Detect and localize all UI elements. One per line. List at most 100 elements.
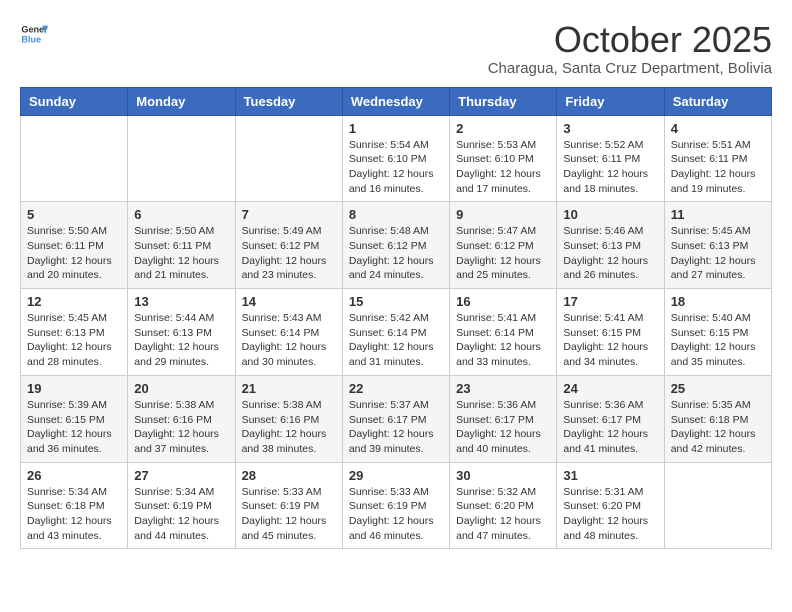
day-cell: 18Sunrise: 5:40 AM Sunset: 6:15 PM Dayli… [664,289,771,376]
day-cell: 13 Sunrise: 5:44 AM Sunset: 6:13 PM Dayli… [128,289,235,376]
day-detail: Sunrise: 5:43 AM Sunset: 6:14 PM Dayligh… [242,311,336,370]
day-cell: 14 Sunrise: 5:43 AM Sunset: 6:14 PM Dayli… [235,289,342,376]
day-number: 5 [27,207,121,222]
day-number: 27 [134,468,228,483]
day-number: 12 [27,294,121,309]
day-number: 23 [456,381,550,396]
day-number: 26 [27,468,121,483]
day-cell: 27 Sunrise: 5:34 AM Sunset: 6:19 PM Dayli… [128,462,235,549]
day-cell: 19Sunrise: 5:39 AM Sunset: 6:15 PM Dayli… [21,375,128,462]
day-number: 28 [242,468,336,483]
day-number: 9 [456,207,550,222]
title-section: October 2025 Charagua, Santa Cruz Depart… [488,20,772,77]
weekday-header-sunday: Sunday [21,87,128,115]
day-detail: Sunrise: 5:36 AM Sunset: 6:17 PM Dayligh… [456,398,550,457]
weekday-header-friday: Friday [557,87,664,115]
day-number: 31 [563,468,657,483]
day-cell [235,115,342,202]
day-number: 10 [563,207,657,222]
day-number: 1 [349,121,443,136]
day-detail: Sunrise: 5:36 AM Sunset: 6:17 PM Dayligh… [563,398,657,457]
page-header: General Blue October 2025 Charagua, Sant… [20,20,772,77]
day-number: 29 [349,468,443,483]
week-row-4: 26 Sunrise: 5:34 AM Sunset: 6:18 PM Dayli… [21,462,772,549]
day-cell: 26 Sunrise: 5:34 AM Sunset: 6:18 PM Dayli… [21,462,128,549]
calendar-table: SundayMondayTuesdayWednesdayThursdayFrid… [20,87,772,550]
day-detail: Sunrise: 5:45 AM Sunset: 6:13 PM Dayligh… [27,311,121,370]
day-cell: 28 Sunrise: 5:33 AM Sunset: 6:19 PM Dayli… [235,462,342,549]
day-detail: Sunrise: 5:54 AM Sunset: 6:10 PM Dayligh… [349,138,443,197]
day-number: 21 [242,381,336,396]
day-cell: 21 Sunrise: 5:38 AM Sunset: 6:16 PM Dayli… [235,375,342,462]
day-number: 7 [242,207,336,222]
day-detail: Sunrise: 5:34 AM Sunset: 6:18 PM Dayligh… [27,485,121,544]
day-number: 3 [563,121,657,136]
day-detail: Sunrise: 5:39 AM Sunset: 6:15 PM Dayligh… [27,398,121,457]
day-number: 20 [134,381,228,396]
day-detail: Sunrise: 5:41 AM Sunset: 6:14 PM Dayligh… [456,311,550,370]
day-cell: 2Sunrise: 5:53 AM Sunset: 6:10 PM Daylig… [450,115,557,202]
day-number: 16 [456,294,550,309]
day-cell: 20Sunrise: 5:38 AM Sunset: 6:16 PM Dayli… [128,375,235,462]
day-detail: Sunrise: 5:42 AM Sunset: 6:14 PM Dayligh… [349,311,443,370]
day-cell: 25 Sunrise: 5:35 AM Sunset: 6:18 PM Dayli… [664,375,771,462]
day-cell: 10Sunrise: 5:46 AM Sunset: 6:13 PM Dayli… [557,202,664,289]
day-detail: Sunrise: 5:33 AM Sunset: 6:19 PM Dayligh… [242,485,336,544]
day-cell: 22 Sunrise: 5:37 AM Sunset: 6:17 PM Dayli… [342,375,449,462]
day-detail: Sunrise: 5:48 AM Sunset: 6:12 PM Dayligh… [349,224,443,283]
day-detail: Sunrise: 5:41 AM Sunset: 6:15 PM Dayligh… [563,311,657,370]
day-number: 17 [563,294,657,309]
week-row-0: 1 Sunrise: 5:54 AM Sunset: 6:10 PM Daylig… [21,115,772,202]
day-detail: Sunrise: 5:47 AM Sunset: 6:12 PM Dayligh… [456,224,550,283]
day-cell [128,115,235,202]
week-row-1: 5 Sunrise: 5:50 AM Sunset: 6:11 PM Daylig… [21,202,772,289]
day-detail: Sunrise: 5:32 AM Sunset: 6:20 PM Dayligh… [456,485,550,544]
day-number: 30 [456,468,550,483]
day-number: 14 [242,294,336,309]
day-detail: Sunrise: 5:38 AM Sunset: 6:16 PM Dayligh… [242,398,336,457]
day-cell: 7 Sunrise: 5:49 AM Sunset: 6:12 PM Daylig… [235,202,342,289]
day-detail: Sunrise: 5:37 AM Sunset: 6:17 PM Dayligh… [349,398,443,457]
day-number: 2 [456,121,550,136]
week-row-2: 12 Sunrise: 5:45 AM Sunset: 6:13 PM Dayli… [21,289,772,376]
day-number: 11 [671,207,765,222]
day-number: 25 [671,381,765,396]
month-title: October 2025 [488,20,772,60]
svg-text:Blue: Blue [21,34,41,44]
day-cell: 11 Sunrise: 5:45 AM Sunset: 6:13 PM Dayli… [664,202,771,289]
day-detail: Sunrise: 5:45 AM Sunset: 6:13 PM Dayligh… [671,224,765,283]
day-cell [21,115,128,202]
weekday-header-row: SundayMondayTuesdayWednesdayThursdayFrid… [21,87,772,115]
weekday-header-thursday: Thursday [450,87,557,115]
day-detail: Sunrise: 5:52 AM Sunset: 6:11 PM Dayligh… [563,138,657,197]
day-cell: 4Sunrise: 5:51 AM Sunset: 6:11 PM Daylig… [664,115,771,202]
weekday-header-monday: Monday [128,87,235,115]
day-cell: 29Sunrise: 5:33 AM Sunset: 6:19 PM Dayli… [342,462,449,549]
subtitle: Charagua, Santa Cruz Department, Bolivia [488,60,772,77]
day-number: 6 [134,207,228,222]
day-cell: 24 Sunrise: 5:36 AM Sunset: 6:17 PM Dayli… [557,375,664,462]
day-number: 13 [134,294,228,309]
weekday-header-tuesday: Tuesday [235,87,342,115]
day-cell: 17 Sunrise: 5:41 AM Sunset: 6:15 PM Dayli… [557,289,664,376]
day-detail: Sunrise: 5:35 AM Sunset: 6:18 PM Dayligh… [671,398,765,457]
day-detail: Sunrise: 5:31 AM Sunset: 6:20 PM Dayligh… [563,485,657,544]
day-cell: 30 Sunrise: 5:32 AM Sunset: 6:20 PM Dayli… [450,462,557,549]
day-detail: Sunrise: 5:34 AM Sunset: 6:19 PM Dayligh… [134,485,228,544]
day-detail: Sunrise: 5:50 AM Sunset: 6:11 PM Dayligh… [27,224,121,283]
day-cell: 1 Sunrise: 5:54 AM Sunset: 6:10 PM Daylig… [342,115,449,202]
week-row-3: 19Sunrise: 5:39 AM Sunset: 6:15 PM Dayli… [21,375,772,462]
day-number: 4 [671,121,765,136]
day-detail: Sunrise: 5:44 AM Sunset: 6:13 PM Dayligh… [134,311,228,370]
day-cell: 16 Sunrise: 5:41 AM Sunset: 6:14 PM Dayli… [450,289,557,376]
day-cell: 23 Sunrise: 5:36 AM Sunset: 6:17 PM Dayli… [450,375,557,462]
day-cell: 6Sunrise: 5:50 AM Sunset: 6:11 PM Daylig… [128,202,235,289]
day-cell: 12 Sunrise: 5:45 AM Sunset: 6:13 PM Dayli… [21,289,128,376]
weekday-header-wednesday: Wednesday [342,87,449,115]
day-detail: Sunrise: 5:49 AM Sunset: 6:12 PM Dayligh… [242,224,336,283]
day-number: 24 [563,381,657,396]
day-number: 22 [349,381,443,396]
day-cell: 31 Sunrise: 5:31 AM Sunset: 6:20 PM Dayli… [557,462,664,549]
day-cell: 8Sunrise: 5:48 AM Sunset: 6:12 PM Daylig… [342,202,449,289]
logo-icon: General Blue [20,20,48,48]
